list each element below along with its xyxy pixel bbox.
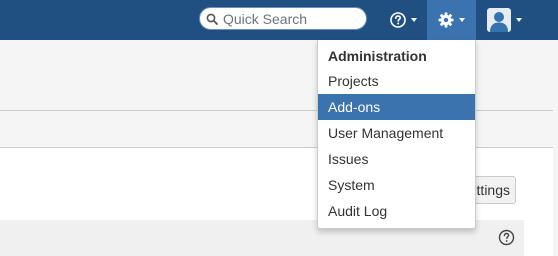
menu-item-issues[interactable]: Issues <box>318 146 475 172</box>
page-edge <box>553 40 558 256</box>
menu-item-system[interactable]: System <box>318 172 475 198</box>
gear-icon <box>438 12 454 28</box>
menu-item-user-management[interactable]: User Management <box>318 120 475 146</box>
quick-search-input[interactable] <box>223 9 361 28</box>
menu-item-projects[interactable]: Projects <box>318 68 475 94</box>
dropdown-heading: Administration <box>328 48 427 64</box>
chevron-down-icon <box>410 18 417 22</box>
chevron-down-icon <box>515 18 522 22</box>
administration-dropdown-menu: Administration Projects Add-ons User Man… <box>317 40 476 229</box>
search-icon <box>206 13 218 25</box>
menu-item-audit-log[interactable]: Audit Log <box>318 198 475 224</box>
user-avatar-icon <box>486 8 511 32</box>
menu-item-add-ons[interactable]: Add-ons <box>318 94 475 120</box>
chevron-down-icon <box>459 18 465 22</box>
quick-search-box[interactable] <box>199 7 367 30</box>
top-navigation-bar <box>0 0 558 40</box>
help-menu-button[interactable] <box>381 0 425 40</box>
question-circle-icon <box>389 12 406 28</box>
question-circle-icon[interactable] <box>498 229 515 246</box>
administration-menu-button[interactable] <box>427 0 476 40</box>
user-profile-menu-button[interactable] <box>479 0 529 40</box>
